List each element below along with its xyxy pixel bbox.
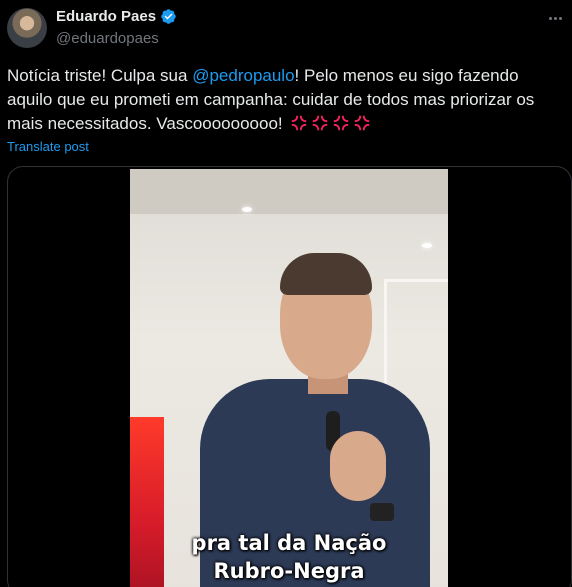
author-handle[interactable]: @eduardopaes — [56, 30, 159, 47]
video-ceiling — [130, 169, 448, 214]
media-container[interactable]: pra tal da Nação Rubro-Negra — [7, 166, 572, 587]
author-display-name[interactable]: Eduardo Paes — [56, 8, 156, 25]
verified-badge-icon[interactable] — [160, 8, 177, 25]
tweet-text: Notícia triste! Culpa sua @pedropaulo! P… — [7, 64, 563, 136]
avatar[interactable] — [7, 8, 47, 48]
person-hair — [280, 253, 372, 295]
anger-symbol-icon — [334, 115, 349, 131]
mention-link[interactable]: @pedropaulo — [192, 66, 294, 85]
caption-line: pra tal da Nação — [191, 531, 387, 555]
ceiling-light — [422, 243, 432, 248]
caption-line: Rubro-Negra — [213, 559, 365, 583]
video-caption: pra tal da Nação Rubro-Negra — [130, 529, 448, 585]
ceiling-light — [242, 207, 252, 212]
wristwatch — [370, 503, 394, 521]
author-name-row: Eduardo Paes — [56, 8, 177, 25]
anger-symbol-icon — [292, 115, 307, 131]
tweet-text-part: Notícia triste! Culpa sua — [7, 66, 193, 85]
person-hand — [330, 431, 386, 501]
anger-symbol-icon — [313, 115, 328, 131]
more-options-icon[interactable] — [544, 8, 566, 28]
video-player[interactable]: pra tal da Nação Rubro-Negra — [130, 169, 448, 587]
translate-post-link[interactable]: Translate post — [7, 139, 89, 154]
anger-symbol-icon — [355, 115, 370, 131]
